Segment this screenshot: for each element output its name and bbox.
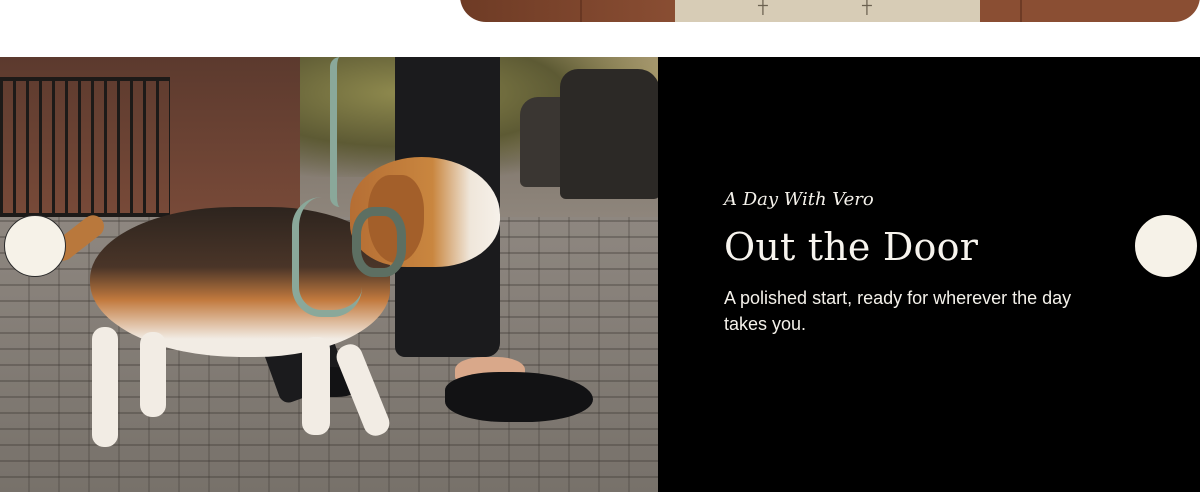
rug-pattern-icon: ┼: [758, 0, 768, 15]
slide-description: A polished start, ready for wherever the…: [724, 288, 1072, 334]
slide-photo: [0, 57, 658, 492]
slide-title: Out the Door: [724, 225, 979, 269]
photo-shoe: [445, 372, 593, 422]
photo-leash: [292, 197, 362, 317]
carousel-prev-button[interactable]: [4, 215, 66, 277]
previous-slide-image: ┼ ┼: [460, 0, 1200, 22]
photo-car: [560, 69, 658, 199]
carousel-next-button[interactable]: [1135, 215, 1197, 277]
floor-plank: [1020, 0, 1022, 22]
carousel-slide: A Day With Vero Out the Door A polished …: [0, 57, 1200, 492]
rug-pattern-icon: ┼: [862, 0, 872, 15]
rug-graphic: [675, 0, 980, 22]
photo-leash: [330, 57, 350, 207]
slide-eyebrow: A Day With Vero: [724, 189, 874, 210]
photo-iron-fence: [0, 77, 170, 217]
floor-plank: [580, 0, 582, 22]
photo-dog-leg: [140, 332, 166, 417]
photo-dog-leg: [92, 327, 118, 447]
slide-text-panel: A Day With Vero Out the Door A polished …: [658, 57, 1200, 492]
photo-dog-leg: [302, 337, 330, 435]
